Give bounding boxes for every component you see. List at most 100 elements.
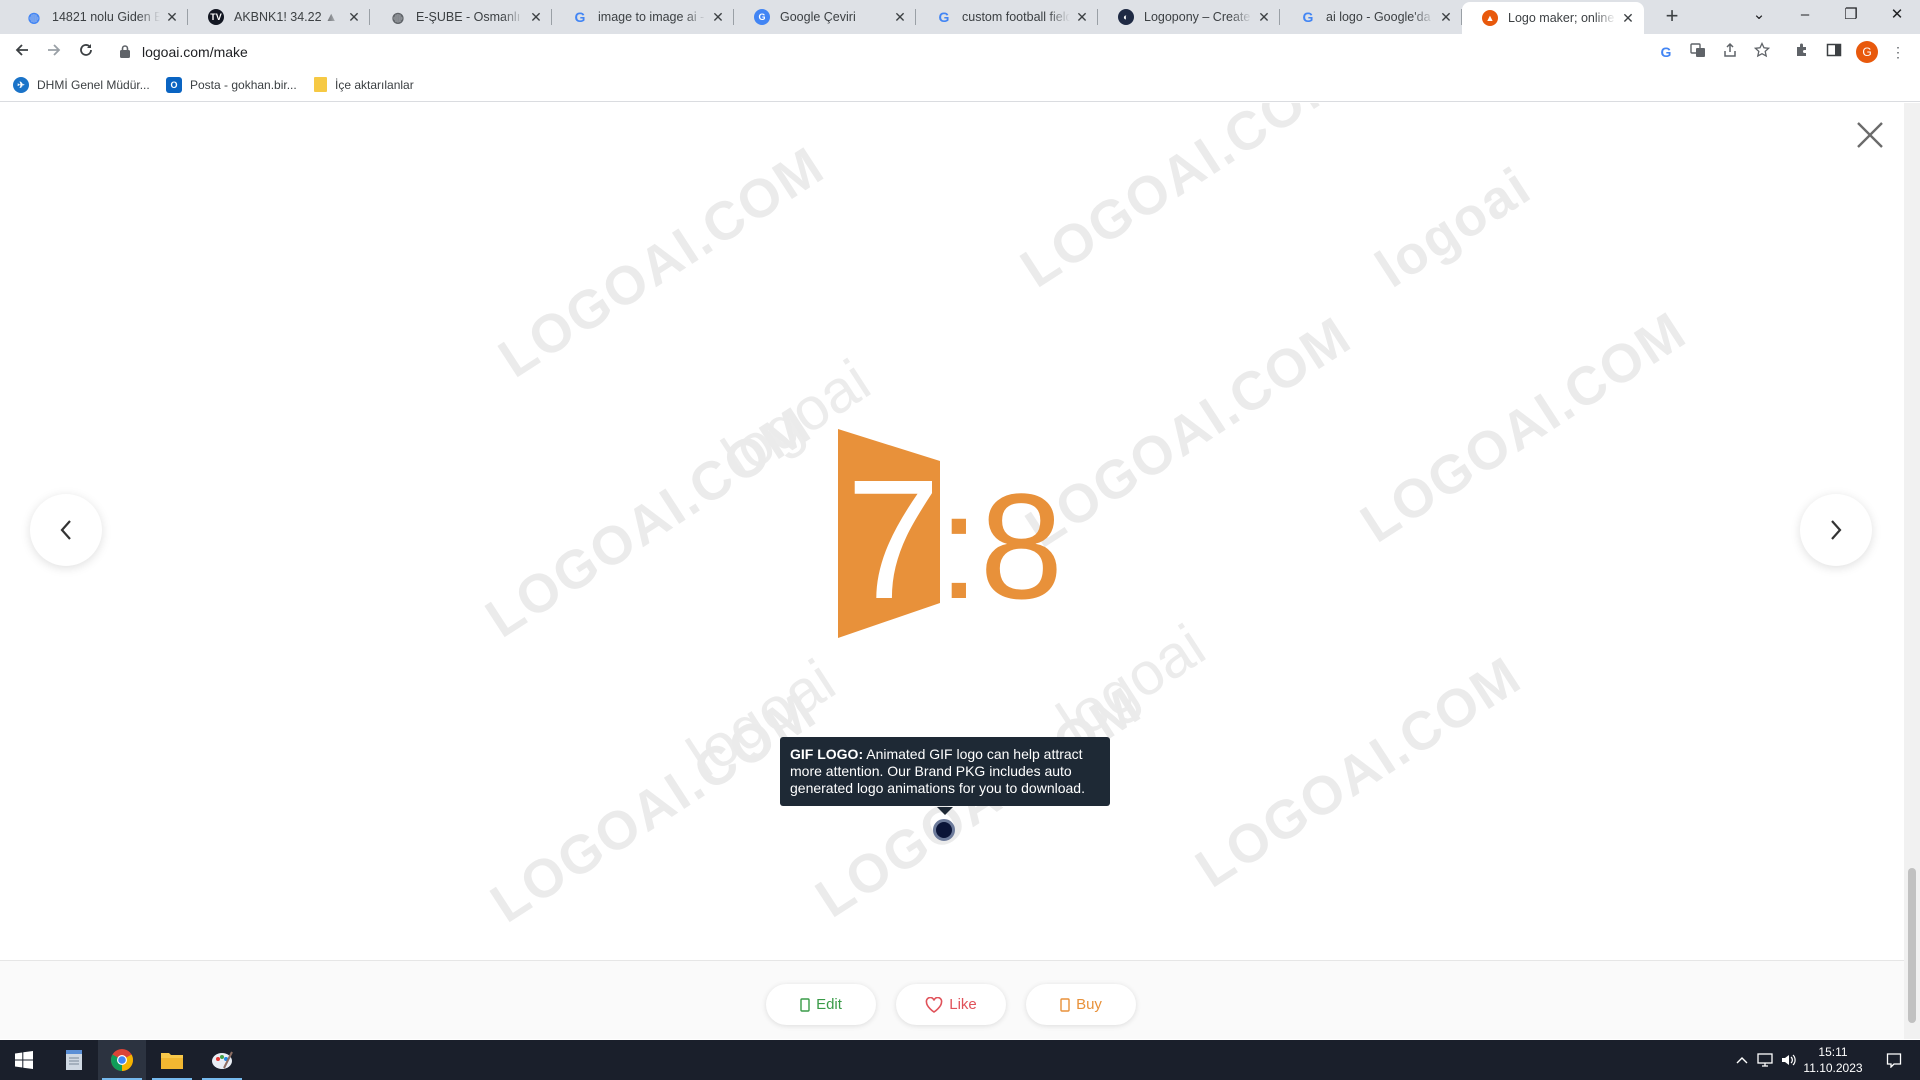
tab-title: Logo maker; online logo [1508, 11, 1616, 25]
new-tab-button[interactable]: + [1660, 5, 1684, 29]
start-button[interactable] [0, 1040, 48, 1080]
paint-taskbar-icon[interactable] [198, 1040, 246, 1080]
like-button[interactable]: Like [896, 984, 1006, 1025]
address-bar[interactable]: logoai.com/make [110, 37, 1690, 67]
menu-kebab-icon[interactable]: ⋮ [1888, 42, 1908, 62]
tooltip-arrow [937, 807, 953, 815]
share-icon[interactable] [1720, 42, 1740, 62]
tab-close-icon[interactable]: ✕ [1074, 9, 1090, 25]
bookmark-folder-imported[interactable]: İçe aktarılanlar [314, 77, 414, 92]
folder-icon [314, 77, 327, 92]
tab-close-icon[interactable]: ✕ [164, 9, 180, 25]
notepad-taskbar-icon[interactable] [50, 1040, 98, 1080]
outlook-icon: O [166, 77, 182, 93]
url-text[interactable]: logoai.com/make [142, 44, 248, 60]
browser-tab[interactable]: TV AKBNK1! 34.22 ▲ +0.5 ✕ [188, 0, 370, 34]
edit-button[interactable]: Edit [766, 984, 876, 1025]
bookmarks-bar: ✈ DHMİ Genel Müdür... O Posta - gokhan.b… [0, 70, 1920, 102]
like-label: Like [949, 996, 977, 1013]
tab-search-chevron-icon[interactable]: ⌄ [1736, 0, 1782, 32]
google-icon: G [1302, 9, 1314, 25]
tab-title: image to image ai - Google [598, 10, 706, 24]
browser-tab[interactable]: ◍ E-ŞUBE - Osmanlı Yatırım ✕ [370, 0, 552, 34]
close-icon [1857, 122, 1883, 148]
previous-logo-button[interactable] [30, 494, 102, 566]
tab-close-icon[interactable]: ✕ [1256, 9, 1272, 25]
tab-title: custom football field logo [962, 10, 1070, 24]
tab-close-icon[interactable]: ✕ [892, 9, 908, 25]
forward-button[interactable] [40, 38, 68, 66]
lock-icon[interactable] [120, 45, 130, 58]
browser-tab[interactable]: Gimage to image ai - Google ✕ [552, 0, 734, 34]
browser-toolbar: logoai.com/make G G ⋮ [0, 34, 1920, 70]
page-scrollbar[interactable] [1904, 103, 1920, 1039]
bookmark-label: DHMİ Genel Müdür... [37, 78, 150, 92]
tab-title: Google Çeviri [780, 10, 856, 24]
browser-tab[interactable]: ◐ Logopony – Create ✕ [1098, 0, 1280, 34]
watermark-brand: logoai [1365, 155, 1542, 300]
side-panel-icon[interactable] [1824, 42, 1844, 62]
profile-avatar[interactable]: G [1856, 41, 1878, 63]
tradingview-icon: TV [208, 9, 224, 25]
globe-icon: ◍ [391, 8, 405, 25]
heart-icon [925, 996, 943, 1013]
restore-button[interactable]: ❐ [1828, 0, 1874, 32]
minimize-button[interactable]: – [1782, 0, 1828, 32]
browser-tab[interactable]: ▲ Logo maker; online logo ✕ [1462, 2, 1644, 34]
browser-tab[interactable]: G Google Çeviri ✕ [734, 0, 916, 34]
reload-button[interactable] [72, 38, 100, 66]
windows-taskbar: 15:11 11.10.2023 [0, 1040, 1920, 1080]
generated-logo: 7 :8 [830, 423, 1090, 638]
gif-hotspot-dot[interactable] [933, 819, 955, 841]
windows-logo-icon [15, 1051, 33, 1069]
chevron-right-icon [1831, 520, 1842, 540]
extensions-puzzle-icon[interactable] [1792, 42, 1812, 62]
google-icon: G [574, 9, 586, 25]
tooltip-label: GIF LOGO: [790, 746, 864, 762]
tab-close-icon[interactable]: ✕ [528, 9, 544, 25]
bookmark-label: İçe aktarılanlar [335, 77, 414, 92]
notification-center-icon[interactable] [1874, 1040, 1914, 1080]
tab-close-icon[interactable]: ✕ [1438, 9, 1454, 25]
google-icon: G [938, 9, 950, 25]
volume-icon[interactable] [1778, 1040, 1800, 1080]
close-modal-button[interactable] [1853, 118, 1887, 152]
gif-logo-tooltip: GIF LOGO: Animated GIF logo can help att… [780, 737, 1110, 806]
logoai-icon: ▲ [1482, 10, 1498, 26]
watermark-domain: LOGOAI.COM [1350, 300, 1697, 555]
clock-time: 15:11 [1818, 1045, 1848, 1059]
buy-button[interactable]: Buy [1026, 984, 1136, 1025]
watermark-domain: LOGOAI.COM [1185, 645, 1532, 900]
google-icon[interactable]: G [1656, 42, 1676, 62]
browser-tab[interactable]: ◍ 14821 nolu Giden Evrak ✕ [6, 0, 188, 34]
tab-title: AKBNK1! 34.22 ▲ +0.5 [234, 10, 342, 24]
edit-icon [800, 997, 810, 1012]
globe-icon: ◍ [27, 8, 41, 25]
bookmark-dhmi[interactable]: ✈ DHMİ Genel Müdür... [13, 77, 150, 93]
next-logo-button[interactable] [1800, 494, 1872, 566]
tray-overflow-chevron-icon[interactable] [1732, 1040, 1752, 1080]
logo-preview-modal: LOGOAI.COM LOGOAI.COM logoai logoai LOGO… [0, 103, 1904, 1039]
system-clock[interactable]: 15:11 11.10.2023 [1800, 1044, 1866, 1076]
clock-date: 11.10.2023 [1803, 1061, 1863, 1075]
translate-icon[interactable] [1688, 42, 1708, 62]
logopony-icon: ◐ [1118, 9, 1134, 25]
window-close-button[interactable]: ✕ [1874, 0, 1920, 32]
browser-tab[interactable]: Gcustom football field logo ✕ [916, 0, 1098, 34]
bookmark-label: Posta - gokhan.bir... [190, 78, 297, 92]
tab-close-icon[interactable]: ✕ [1620, 10, 1636, 26]
google-translate-icon: G [754, 9, 770, 25]
scrollbar-thumb[interactable] [1908, 868, 1916, 1023]
chrome-taskbar-icon[interactable] [98, 1040, 146, 1080]
bookmark-posta[interactable]: O Posta - gokhan.bir... [166, 77, 297, 93]
tab-title: Logopony – Create [1144, 10, 1251, 24]
file-explorer-taskbar-icon[interactable] [148, 1040, 196, 1080]
tab-close-icon[interactable]: ✕ [710, 9, 726, 25]
browser-tab[interactable]: Gai logo - Google'da Ara ✕ [1280, 0, 1462, 34]
tab-title: 14821 nolu Giden Evrak [52, 10, 160, 24]
tab-close-icon[interactable]: ✕ [346, 9, 362, 25]
back-button[interactable] [8, 38, 36, 66]
tab-title: ai logo - Google'da Ara [1326, 10, 1434, 24]
network-icon[interactable] [1754, 1040, 1776, 1080]
bookmark-star-icon[interactable] [1752, 41, 1772, 62]
